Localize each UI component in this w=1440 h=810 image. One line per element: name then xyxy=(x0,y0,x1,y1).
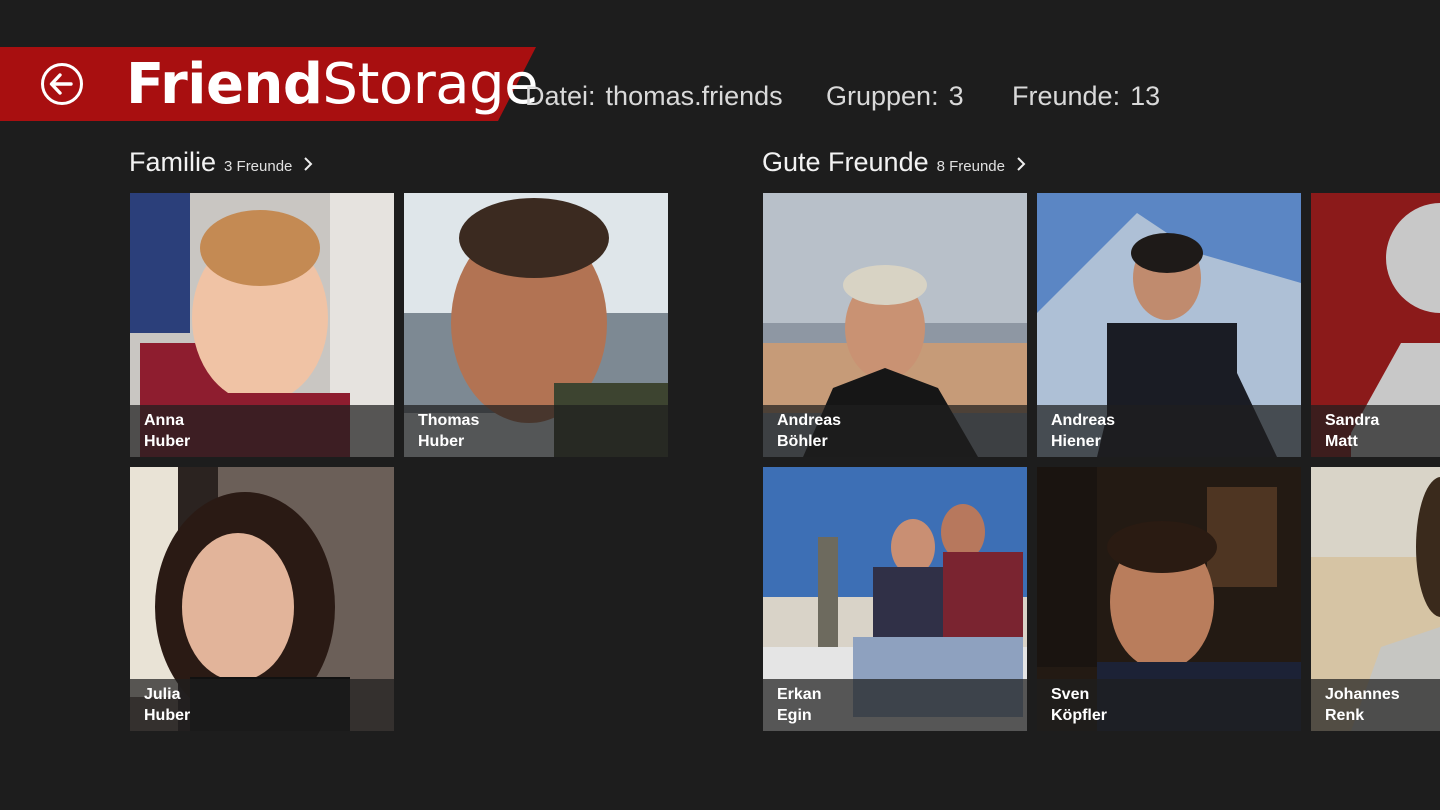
friend-caption: Erkan Egin xyxy=(763,679,1027,731)
friend-first-name: Julia xyxy=(144,686,181,703)
friend-last-name: Huber xyxy=(144,433,191,450)
app-title: FriendStorage xyxy=(126,52,539,118)
file-label: Datei: xyxy=(525,81,596,111)
friends-label: Freunde: xyxy=(1012,81,1121,111)
friend-tile[interactable]: Johannes Renk xyxy=(1311,467,1440,731)
group-header-gute-freunde[interactable]: Gute Freunde 8 Freunde xyxy=(762,142,1027,182)
group-count: 3 Freunde xyxy=(224,158,293,175)
app-title-light: Storage xyxy=(322,52,539,117)
back-button[interactable] xyxy=(40,62,84,106)
friends-value: 13 xyxy=(1130,81,1161,111)
friend-caption: Thomas Huber xyxy=(404,405,668,457)
friend-tile[interactable]: Julia Huber xyxy=(130,467,394,731)
friend-last-name: Matt xyxy=(1325,433,1358,450)
friend-tile[interactable]: Sven Köpfler xyxy=(1037,467,1301,731)
group-count: 8 Freunde xyxy=(936,158,1005,175)
chevron-right-icon xyxy=(304,157,313,171)
friend-first-name: Anna xyxy=(144,412,184,429)
chevron-right-icon xyxy=(1017,157,1026,171)
group-title: Familie xyxy=(129,147,217,177)
friend-caption: Andreas Böhler xyxy=(763,405,1027,457)
groups-value: 3 xyxy=(948,81,964,111)
friend-last-name: Renk xyxy=(1325,707,1365,724)
friend-tile[interactable]: Sandra Matt xyxy=(1311,193,1440,457)
friend-first-name: Sandra xyxy=(1325,412,1380,429)
groups-stat: Gruppen: 3 xyxy=(826,76,964,116)
friends-stat: Freunde: 13 xyxy=(1012,76,1160,116)
back-arrow-icon xyxy=(41,63,83,105)
friend-last-name: Böhler xyxy=(777,433,828,450)
app-title-bold: Friend xyxy=(126,52,323,117)
friend-first-name: Thomas xyxy=(418,412,480,429)
friend-caption: Johannes Renk xyxy=(1311,679,1440,731)
friend-caption: Julia Huber xyxy=(130,679,394,731)
friend-first-name: Erkan xyxy=(777,686,822,703)
friend-tile[interactable]: Andreas Böhler xyxy=(763,193,1027,457)
friend-last-name: Egin xyxy=(777,707,812,724)
friend-tile[interactable]: Erkan Egin xyxy=(763,467,1027,731)
group-title: Gute Freunde xyxy=(762,147,929,177)
friend-caption: Anna Huber xyxy=(130,405,394,457)
friend-last-name: Huber xyxy=(418,433,465,450)
app-header: FriendStorage Datei: thomas.friends Grupp… xyxy=(0,0,1440,130)
friend-caption: Andreas Hiener xyxy=(1037,405,1301,457)
file-value: thomas.friends xyxy=(605,81,783,111)
friend-first-name: Johannes xyxy=(1325,686,1400,703)
groups-label: Gruppen: xyxy=(826,81,939,111)
friend-caption: Sven Köpfler xyxy=(1037,679,1301,731)
friend-first-name: Andreas xyxy=(777,412,842,429)
file-stat: Datei: thomas.friends xyxy=(525,76,783,116)
friend-tile[interactable]: Andreas Hiener xyxy=(1037,193,1301,457)
friend-caption: Sandra Matt xyxy=(1311,405,1440,457)
friend-first-name: Andreas xyxy=(1051,412,1116,429)
friend-last-name: Hiener xyxy=(1051,433,1101,450)
friend-last-name: Köpfler xyxy=(1051,707,1107,724)
group-header-familie[interactable]: Familie 3 Freunde xyxy=(129,142,314,182)
friend-tile[interactable]: Anna Huber xyxy=(130,193,394,457)
friend-tile[interactable]: Thomas Huber xyxy=(404,193,668,457)
friend-last-name: Huber xyxy=(144,707,191,724)
friend-first-name: Sven xyxy=(1051,686,1090,703)
